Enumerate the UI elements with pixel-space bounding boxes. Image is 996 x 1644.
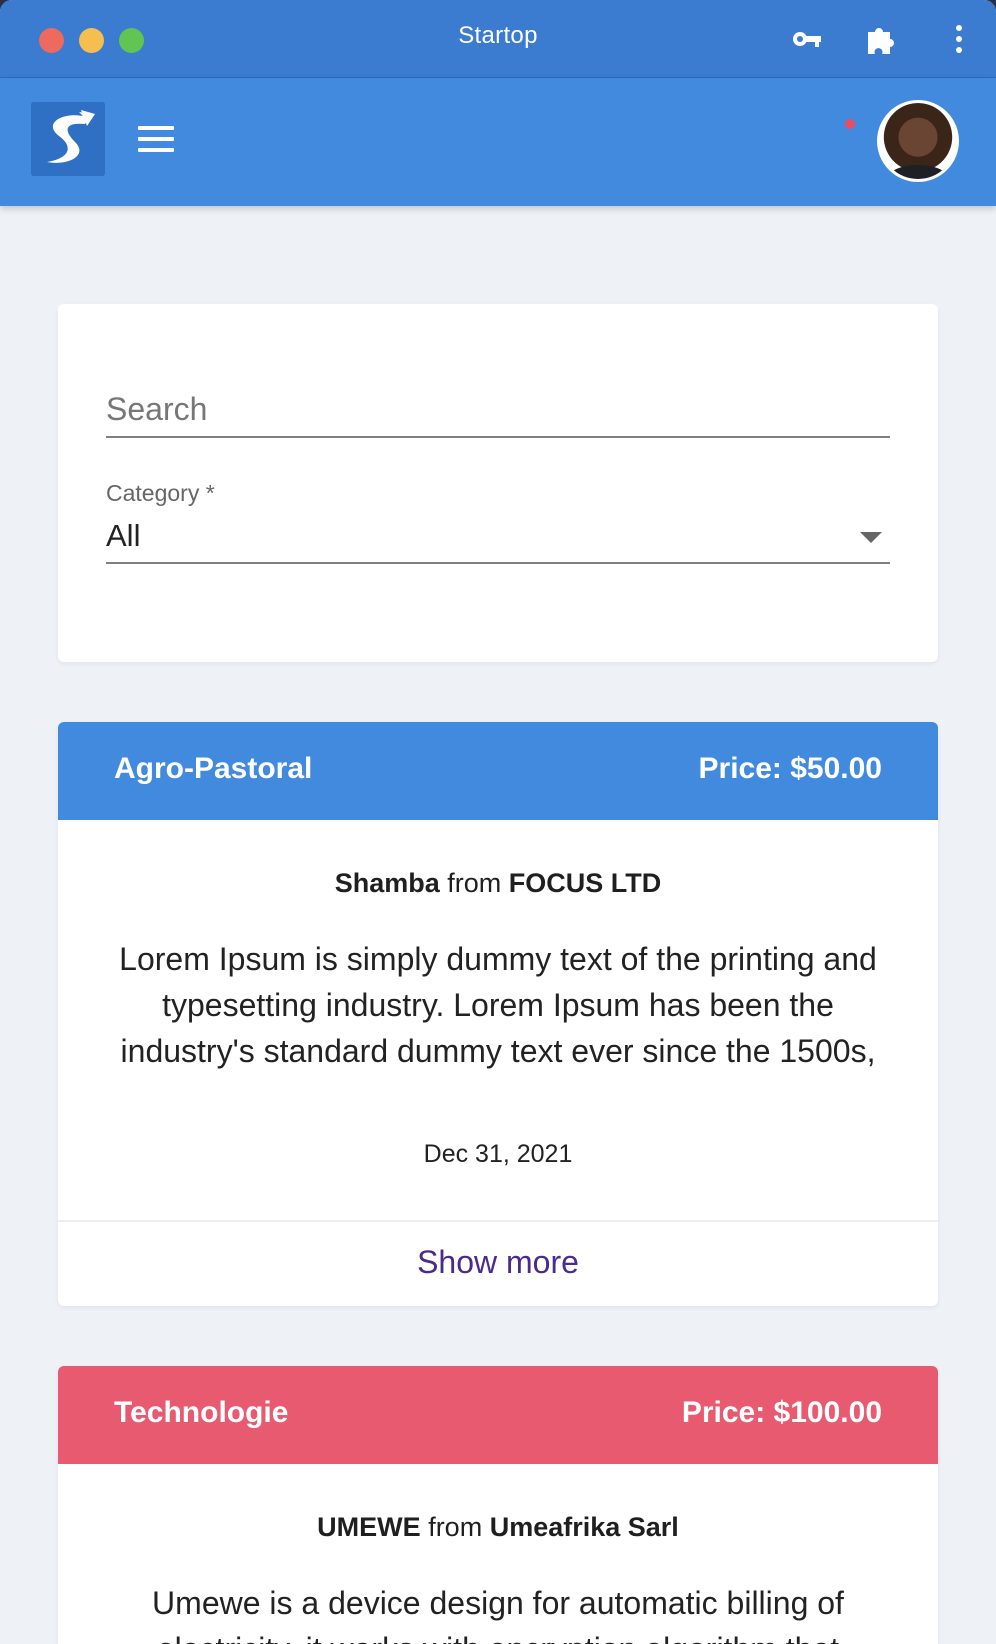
logo[interactable] bbox=[31, 102, 105, 176]
project-card: Agro-Pastoral Price: $50.00 Shamba from … bbox=[58, 722, 938, 1306]
project-description: Lorem Ipsum is simply dummy text of the … bbox=[119, 941, 877, 1069]
kebab-menu-icon[interactable] bbox=[942, 22, 976, 56]
hamburger-menu-icon[interactable] bbox=[138, 126, 178, 156]
category-select[interactable]: All bbox=[106, 514, 890, 564]
project-description: Umewe is a device design for automatic b… bbox=[152, 1585, 844, 1644]
show-more-button[interactable]: Show more bbox=[58, 1220, 938, 1302]
project-category: Technologie bbox=[114, 1396, 289, 1429]
project-title: Shamba from FOCUS LTD bbox=[58, 868, 938, 899]
project-card-header: Agro-Pastoral Price: $50.00 bbox=[58, 722, 938, 820]
chevron-down-icon bbox=[860, 532, 882, 543]
project-card: Technologie Price: $100.00 UMEWE from Um… bbox=[58, 1366, 938, 1644]
project-name: UMEWE bbox=[317, 1512, 421, 1542]
key-icon[interactable] bbox=[790, 22, 824, 56]
puzzle-icon[interactable] bbox=[863, 22, 897, 56]
avatar[interactable] bbox=[877, 100, 959, 182]
project-card-header: Technologie Price: $100.00 bbox=[58, 1366, 938, 1464]
project-price: Price: $50.00 bbox=[698, 752, 882, 785]
project-from: from bbox=[447, 868, 502, 898]
title-bar: Startop bbox=[0, 0, 996, 78]
app-window: Startop Catego bbox=[0, 0, 996, 1644]
category-value: All bbox=[106, 518, 141, 553]
window-title: Startop bbox=[458, 22, 538, 49]
project-company: Umeafrika Sarl bbox=[489, 1512, 679, 1542]
search-input[interactable] bbox=[106, 388, 890, 438]
project-company: FOCUS LTD bbox=[508, 868, 662, 898]
filter-card: Category * All bbox=[58, 304, 938, 662]
project-date: Dec 31, 2021 bbox=[423, 1140, 573, 1168]
notification-dot bbox=[845, 119, 855, 129]
project-name: Shamba bbox=[334, 868, 440, 898]
category-label: Category * bbox=[106, 480, 215, 506]
project-from: from bbox=[428, 1512, 483, 1542]
project-price: Price: $100.00 bbox=[681, 1396, 882, 1429]
project-title: UMEWE from Umeafrika Sarl bbox=[58, 1512, 938, 1543]
app-header bbox=[0, 78, 996, 206]
project-category: Agro-Pastoral bbox=[114, 752, 313, 785]
